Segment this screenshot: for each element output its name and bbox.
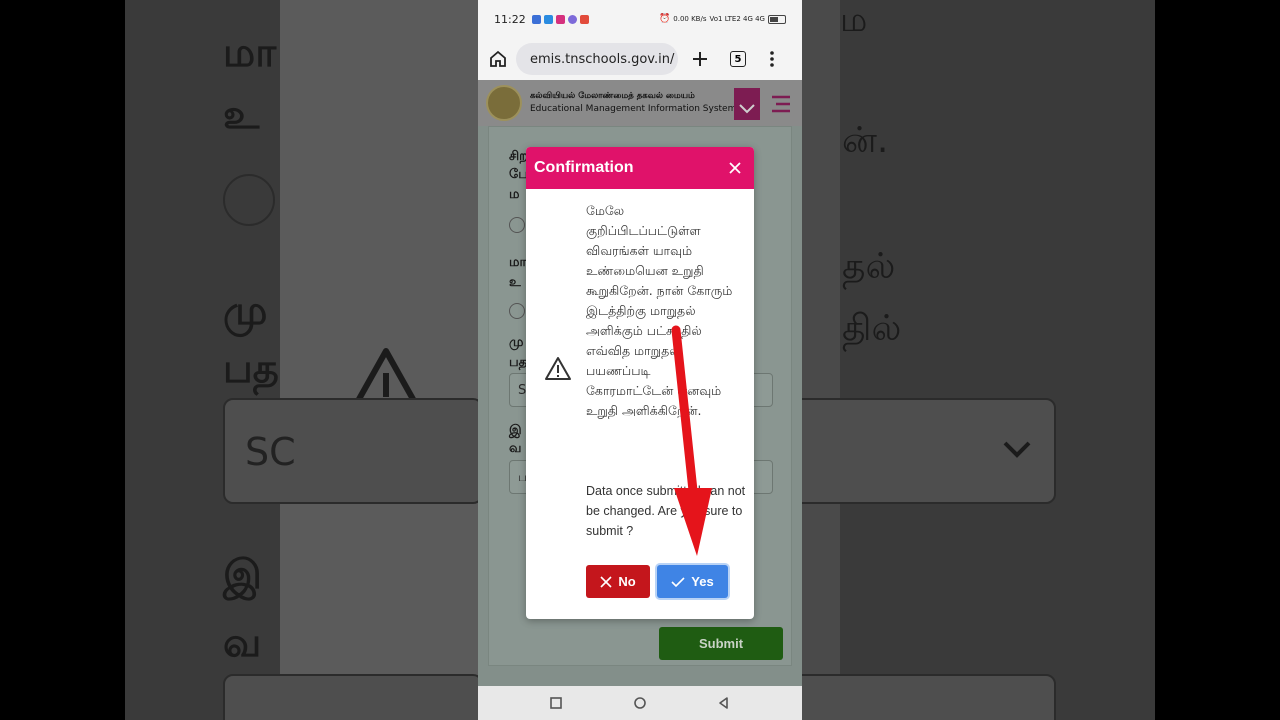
blurred-select [223,674,478,720]
blurred-text: இ [223,552,262,598]
dialog-message-english: Data once submitted can not be changed. … [586,484,746,538]
radio-option[interactable] [509,303,525,319]
signal-labels: Vo1 LTE2 4G 4G [709,15,765,23]
chevron-down-icon [739,104,755,114]
video-frame: மா உ மு பத SC இ வ ம ன். தல் தில் 11:22 ⏰… [0,0,1280,720]
net-speed: 0.00 KB/s [673,15,707,23]
blurred-background-left: மா உ மு பத SC இ வ [125,0,478,720]
gmail-icon [579,14,589,24]
site-title-en: Educational Management Information Syste… [530,103,737,114]
blurred-text: மா [223,30,277,76]
blurred-text: வ [223,620,262,666]
submit-button[interactable]: Submit [659,627,783,660]
blurred-panel [802,0,840,720]
blurred-text: தல் [842,246,896,287]
blurred-select [802,674,1056,720]
yes-button[interactable]: Yes [657,565,728,598]
x-icon [600,575,612,588]
tn-emblem-logo [486,85,522,121]
dialog-body: மேலே குறிப்பிடப்பட்டுள்ள விவரங்கள் யாவும… [526,189,754,619]
blurred-text: ன். [842,120,889,161]
nav-square-icon[interactable] [549,696,563,710]
nav-back-icon[interactable] [717,696,731,710]
blurred-text: மு [223,288,268,334]
plus-icon[interactable] [690,49,710,69]
hamburger-icon [772,95,790,113]
form-question: பத [509,355,528,370]
yes-button-label: Yes [691,574,714,589]
header-dropdown-button[interactable] [734,88,760,120]
confirmation-dialog: Confirmation மேலே குறிப்பிடப்பட்டுள்ள வி… [526,147,754,619]
notif-app-icon [543,14,553,24]
more-vert-icon[interactable] [764,49,780,69]
form-question: வ [509,441,522,456]
chevron-down-icon [1003,441,1031,458]
battery-icon [768,14,786,24]
close-icon [729,162,741,174]
form-question: ம [509,187,520,202]
notif-app-icon [567,14,577,24]
url-text: emis.tnschools.gov.in/ [530,51,675,67]
check-icon [671,576,685,587]
site-title-ta: கல்வியியல் மேலாண்மைத் தகவல் மையம் [530,90,695,101]
close-button[interactable] [724,157,746,179]
no-button-label: No [618,574,636,589]
dialog-title: Confirmation [534,159,634,176]
android-nav-bar [478,686,802,720]
notif-app-icon [531,14,541,24]
blurred-text: ம [840,0,868,40]
blurred-text: உ [223,92,260,138]
form-question: உ [509,275,521,290]
browser-toolbar: emis.tnschools.gov.in/ 5 [478,38,802,80]
home-icon[interactable] [488,49,508,69]
status-indicators: ⏰ 0.00 KB/s Vo1 LTE2 4G 4G [659,14,786,24]
blurred-radio [223,174,275,226]
tab-switcher-button[interactable]: 5 [730,51,746,67]
dialog-header: Confirmation [526,147,754,189]
dialog-message-tamil: மேலே குறிப்பிடப்பட்டுள்ள விவரங்கள் யாவும… [586,203,733,418]
no-button[interactable]: No [586,565,650,598]
warning-icon [545,357,571,380]
blurred-text: SC [245,430,296,474]
form-question: மு [509,335,524,350]
phone-screen: 11:22 ⏰ 0.00 KB/s Vo1 LTE2 4G 4G emis.tn… [478,0,802,720]
nav-circle-icon[interactable] [633,696,647,710]
status-bar: 11:22 ⏰ 0.00 KB/s Vo1 LTE2 4G 4G [478,0,802,38]
site-header: கல்வியியல் மேலாண்மைத் தகவல் மையம் Educat… [478,80,802,126]
alarm-icon: ⏰ [659,14,671,24]
blurred-background-right: ம ன். தல் தில் [802,0,1155,720]
address-bar[interactable]: emis.tnschools.gov.in/ [516,43,678,75]
status-time: 11:22 [494,12,526,26]
notification-icons [531,14,589,24]
instagram-icon [555,14,565,24]
form-question: இ [509,423,522,438]
form-question: மா [509,255,527,270]
site-titles: கல்வியியல் மேலாண்மைத் தகவல் மையம் Educat… [530,90,736,116]
header-menu-button[interactable] [768,88,794,120]
blurred-text: பத [223,346,279,392]
radio-option[interactable] [509,217,525,233]
blurred-text: தில் [842,308,902,349]
